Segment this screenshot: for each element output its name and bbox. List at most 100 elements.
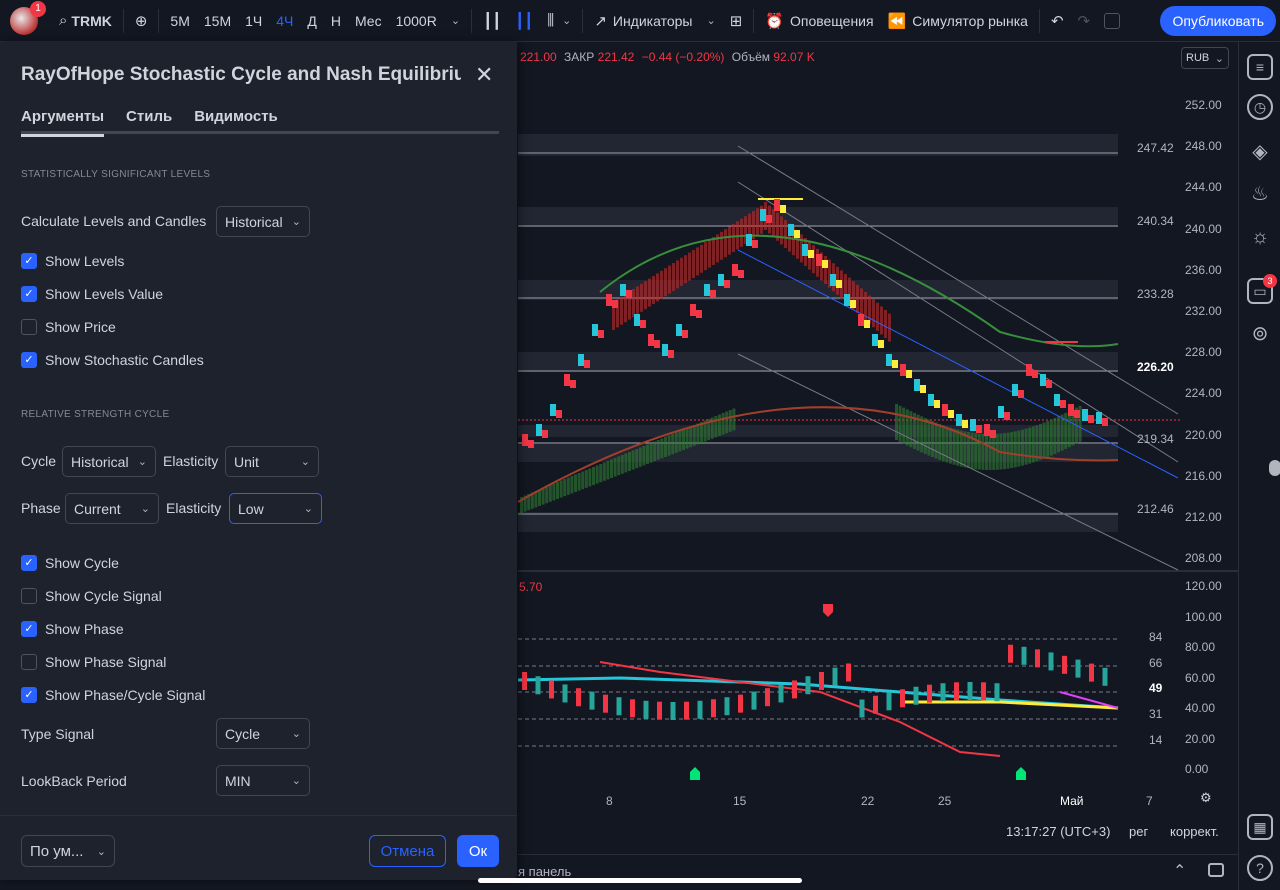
candle bbox=[956, 414, 962, 426]
ohlc-legend: 221.00 ЗАКР 221.42 −0.44 (−0.20%) Объём … bbox=[520, 50, 815, 64]
layers-icon[interactable]: ◈ bbox=[1247, 138, 1273, 164]
cloud-bar bbox=[689, 426, 693, 448]
elasticity-cycle-select[interactable]: Unit ⌄ bbox=[225, 446, 319, 477]
candle bbox=[536, 424, 542, 436]
candle bbox=[886, 354, 892, 366]
publish-button[interactable]: Опубликовать bbox=[1160, 6, 1276, 36]
calc-levels-select[interactable]: Historical ⌄ bbox=[216, 206, 310, 237]
home-indicator bbox=[478, 878, 802, 883]
adjustment-toggle[interactable]: коррект. bbox=[1170, 824, 1219, 839]
interval-dropdown[interactable]: ⌄ bbox=[444, 0, 467, 42]
checkbox-unchecked[interactable] bbox=[21, 654, 37, 670]
indicator-settings-dialog: RayOfHope Stochastic Cycle and Nash Equi… bbox=[0, 42, 517, 880]
interval-week[interactable]: Н bbox=[324, 0, 348, 42]
checkbox-checked[interactable]: ✓ bbox=[21, 253, 37, 269]
price-tick-label: 244.00 bbox=[1185, 180, 1222, 195]
help-icon[interactable]: ? bbox=[1247, 855, 1273, 881]
interval-15m[interactable]: 15М bbox=[197, 0, 238, 42]
cloud-bar bbox=[656, 273, 659, 302]
checkbox-row[interactable]: ✓ Show Phase bbox=[21, 620, 124, 638]
cloud-bar bbox=[740, 218, 743, 247]
checkbox-unchecked[interactable] bbox=[21, 588, 37, 604]
checkbox-label: Show Phase bbox=[45, 621, 124, 637]
candle bbox=[542, 430, 548, 438]
tab-arguments[interactable]: Аргументы bbox=[21, 108, 105, 137]
phase-select[interactable]: Current ⌄ bbox=[65, 493, 159, 524]
cloud-bar bbox=[682, 429, 685, 450]
chevron-down-icon: ⌄ bbox=[96, 845, 106, 858]
tab-style[interactable]: Стиль bbox=[126, 108, 172, 134]
checkbox-checked[interactable]: ✓ bbox=[21, 555, 37, 571]
lookback-select[interactable]: MIN ⌄ bbox=[216, 765, 310, 796]
redo-button[interactable]: ↷ bbox=[1071, 0, 1098, 42]
interval-1h[interactable]: 1Ч bbox=[238, 0, 269, 42]
checkbox-row[interactable]: ✓ Show Cycle bbox=[21, 554, 119, 572]
broadcast-icon[interactable]: ⊚ bbox=[1247, 320, 1273, 346]
type-signal-select[interactable]: Cycle ⌄ bbox=[216, 718, 310, 749]
checkbox-row[interactable]: Show Price bbox=[21, 318, 116, 336]
chart-settings-button[interactable]: ⚙ bbox=[1200, 790, 1212, 806]
regular-scale-toggle[interactable]: рег bbox=[1129, 824, 1148, 839]
chevron-down-icon: ⌄ bbox=[291, 216, 301, 228]
checkbox-checked[interactable]: ✓ bbox=[21, 286, 37, 302]
cycle-select[interactable]: Historical ⌄ bbox=[62, 446, 156, 477]
fire-icon[interactable]: ♨ bbox=[1247, 180, 1273, 206]
oscillator-candle bbox=[1062, 655, 1067, 674]
undo-button[interactable]: ↶ bbox=[1044, 0, 1071, 42]
indicators-button[interactable]: ↗ Индикаторы ⌄ bbox=[587, 0, 722, 42]
market-simulator-button[interactable]: ⏪ Симулятор рынка bbox=[881, 0, 1035, 42]
checkbox-row[interactable]: ✓ Show Levels Value bbox=[21, 285, 163, 303]
cancel-button[interactable]: Отмена bbox=[369, 835, 446, 867]
chart-type-button[interactable]: ⫼ ⌄ bbox=[540, 0, 578, 42]
clock-time[interactable]: 13:17:27 (UTC+3) bbox=[1006, 824, 1110, 839]
defaults-dropdown[interactable]: По ум... ⌄ bbox=[21, 835, 115, 867]
ok-button[interactable]: Ок bbox=[457, 835, 499, 867]
calendar-icon[interactable]: ▦ bbox=[1247, 814, 1273, 840]
currency-selector[interactable]: RUB ⌄ bbox=[1181, 47, 1229, 69]
user-avatar[interactable]: 1 bbox=[10, 0, 46, 35]
sidebar-resize-handle[interactable] bbox=[1269, 460, 1280, 476]
oscillator-candle bbox=[616, 697, 622, 716]
interval-4h[interactable]: 4Ч bbox=[269, 0, 300, 42]
cloud-bar bbox=[684, 255, 687, 284]
checkbox-row[interactable]: Show Phase Signal bbox=[21, 653, 166, 671]
line-chart-icon: ⫼ bbox=[547, 12, 555, 29]
chevron-up-icon[interactable]: ⌃ bbox=[1173, 861, 1186, 881]
chat-icon[interactable]: ▭ 3 bbox=[1247, 274, 1277, 304]
interval-day[interactable]: Д bbox=[300, 0, 323, 42]
tab-visibility[interactable]: Видимость bbox=[194, 108, 278, 134]
alerts-button[interactable]: ⏰ Оповещения bbox=[758, 0, 880, 42]
fullscreen-button[interactable] bbox=[1097, 0, 1127, 42]
bar-style-button[interactable]: ┃┃ bbox=[476, 0, 508, 42]
chevron-down-icon: ⌄ bbox=[140, 503, 150, 515]
layouts-button[interactable]: ⊞ bbox=[723, 0, 750, 42]
compare-button[interactable]: ⊕ bbox=[128, 0, 155, 42]
checkbox-checked[interactable]: ✓ bbox=[21, 687, 37, 703]
checkbox-unchecked[interactable] bbox=[21, 319, 37, 335]
checkbox-row[interactable]: Show Cycle Signal bbox=[21, 587, 162, 605]
oscillator-tick-label: 60.00 bbox=[1185, 670, 1216, 685]
checkbox-row[interactable]: ✓ Show Stochastic Candles bbox=[21, 351, 204, 369]
maximize-icon[interactable] bbox=[1208, 863, 1224, 877]
interval-1000r[interactable]: 1000R bbox=[389, 0, 444, 42]
cloud-bar bbox=[671, 434, 675, 455]
symbol-search-button[interactable]: ⌕ TRMK bbox=[52, 0, 119, 42]
checkbox-row[interactable]: ✓ Show Phase/Cycle Signal bbox=[21, 686, 205, 704]
alarm-icon[interactable]: ◷ bbox=[1247, 94, 1273, 120]
bottom-panel-label[interactable]: я панель bbox=[518, 864, 571, 879]
candle bbox=[1060, 400, 1066, 408]
cloud-bar bbox=[538, 489, 541, 506]
cloud-bar bbox=[613, 458, 617, 477]
checkbox-checked[interactable]: ✓ bbox=[21, 352, 37, 368]
close-icon[interactable]: ✕ bbox=[475, 62, 493, 88]
interval-5m[interactable]: 5М bbox=[163, 0, 196, 42]
watchlist-icon[interactable]: ≡ bbox=[1247, 54, 1273, 80]
checkbox-row[interactable]: ✓ Show Levels bbox=[21, 252, 124, 270]
elasticity-phase-select[interactable]: Low ⌄ bbox=[229, 493, 322, 524]
checkbox-checked[interactable]: ✓ bbox=[21, 621, 37, 637]
candle bbox=[592, 324, 598, 336]
lightbulb-icon[interactable]: ☼ bbox=[1247, 224, 1273, 250]
candle-style-button[interactable]: ┃┃ bbox=[508, 0, 540, 42]
interval-month[interactable]: Мес bbox=[348, 0, 389, 42]
close-label: ЗАКР bbox=[564, 50, 595, 64]
